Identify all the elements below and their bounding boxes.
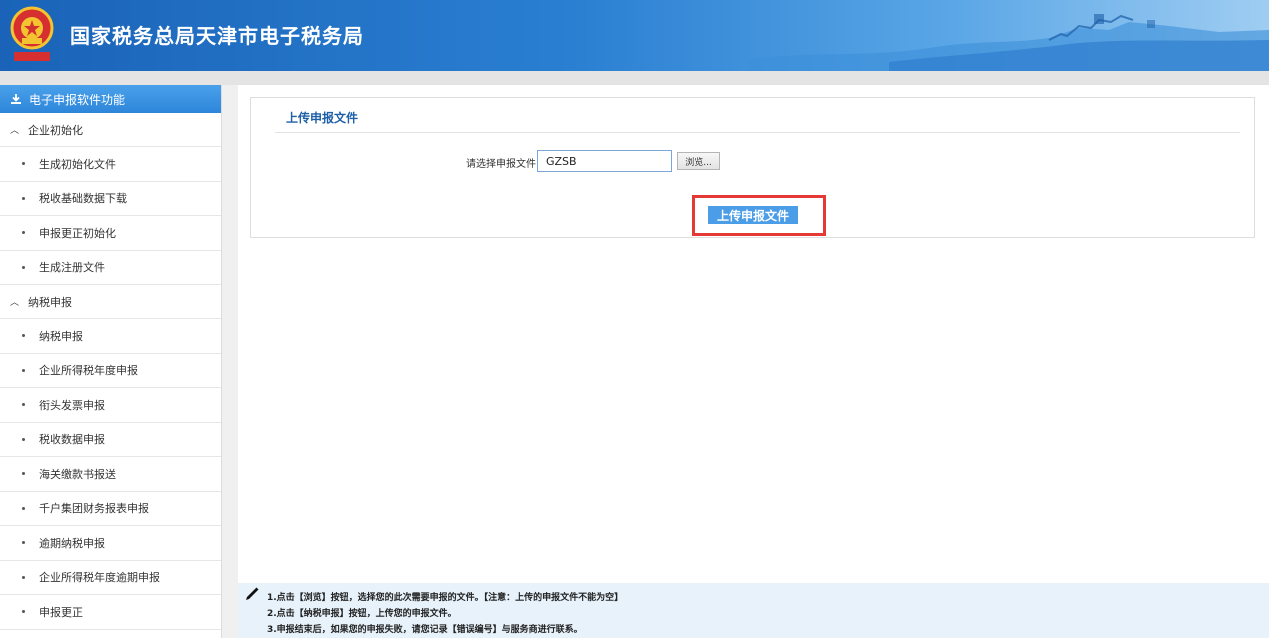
sidebar-item-tax-data-download[interactable]: 税收基础数据下载 xyxy=(0,182,221,216)
sidebar-item-correction-init[interactable]: 申报更正初始化 xyxy=(0,216,221,251)
sidebar-item-label: 海关缴款书报送 xyxy=(39,467,116,481)
bullet-icon xyxy=(22,162,25,166)
sidebar-item-label: 纳税申报 xyxy=(39,329,83,343)
sidebar-item-annual-cit-overdue[interactable]: 企业所得税年度逾期申报 xyxy=(0,561,221,595)
instruction-line: 2.点击【纳税申报】按钮，上传您的申报文件。 xyxy=(267,609,457,619)
sidebar-item-overdue-filing[interactable]: 逾期纳税申报 xyxy=(0,526,221,561)
sidebar-item-label: 千户集团财务报表申报 xyxy=(39,502,149,516)
page-title: 国家税务总局天津市电子税务局 xyxy=(70,24,364,48)
sidebar: 电子申报软件功能 ︿ 企业初始化 生成初始化文件 税收基础数据下载 申报更正初始… xyxy=(0,85,222,638)
sidebar-item-customs-payment[interactable]: 海关缴款书报送 xyxy=(0,457,221,492)
file-path-input[interactable] xyxy=(537,150,672,172)
sidebar-item-label: 逾期纳税申报 xyxy=(39,536,105,550)
main-content: 上传申报文件 请选择申报文件： 浏览... 上传申报文件 1.点击【浏览】按钮，… xyxy=(238,85,1269,638)
tax-emblem-icon xyxy=(10,6,54,61)
instruction-line: 1.点击【浏览】按钮，选择您的此次需要申报的文件。【注意：上传的申报文件不能为空… xyxy=(267,593,624,603)
sidebar-item-label: 生成注册文件 xyxy=(39,261,105,275)
bullet-icon xyxy=(22,196,25,200)
sidebar-item-label: 生成初始化文件 xyxy=(39,157,116,171)
great-wall-banner xyxy=(749,14,1269,71)
header-divider xyxy=(0,71,1269,85)
bullet-icon xyxy=(22,403,25,407)
sidebar-item-label: 衔头发票申报 xyxy=(39,398,105,412)
sidebar-item-generate-init-file[interactable]: 生成初始化文件 xyxy=(0,147,221,182)
app-header: 国家税务总局天津市电子税务局 xyxy=(0,0,1269,71)
sidebar-item-label: 企业所得税年度逾期申报 xyxy=(39,571,160,585)
sidebar-group-label: 纳税申报 xyxy=(28,295,73,309)
download-icon xyxy=(11,94,21,104)
instruction-line: 3.申报结束后，如果您的申报失败，请您记录【错误编号】与服务商进行联系。 xyxy=(267,625,583,635)
pencil-icon xyxy=(246,587,259,600)
sidebar-item-invoice-filing[interactable]: 衔头发票申报 xyxy=(0,388,221,423)
bullet-icon xyxy=(22,575,25,579)
sidebar-item-tax-data-filing[interactable]: 税收数据申报 xyxy=(0,423,221,457)
bullet-icon xyxy=(22,334,25,338)
sidebar-item-label: 申报更正初始化 xyxy=(39,226,116,240)
upload-file-button[interactable]: 上传申报文件 xyxy=(708,206,798,224)
sidebar-item-generate-register-file[interactable]: 生成注册文件 xyxy=(0,251,221,285)
sidebar-heading-label: 电子申报软件功能 xyxy=(29,92,126,107)
bullet-icon xyxy=(22,610,25,614)
bullet-icon xyxy=(22,231,25,235)
sidebar-item-tax-filing[interactable]: 纳税申报 xyxy=(0,319,221,354)
bullet-icon xyxy=(22,472,25,476)
bullet-icon xyxy=(22,541,25,545)
sidebar-group-tax-filing[interactable]: ︿ 纳税申报 xyxy=(0,285,221,319)
sidebar-item-annual-cit-filing[interactable]: 企业所得税年度申报 xyxy=(0,354,221,388)
sidebar-item-label: 申报更正 xyxy=(39,605,83,619)
bullet-icon xyxy=(22,437,25,441)
sidebar-item-filing-correction[interactable]: 申报更正 xyxy=(0,595,221,630)
sidebar-item-label: 税收数据申报 xyxy=(39,433,105,447)
sidebar-item-label: 企业所得税年度申报 xyxy=(39,364,138,378)
sidebar-item-group-financial-report[interactable]: 千户集团财务报表申报 xyxy=(0,492,221,526)
bullet-icon xyxy=(22,265,25,269)
file-select-label: 请选择申报文件： xyxy=(466,159,546,170)
chevron-up-icon: ︿ xyxy=(10,126,20,136)
card-title: 上传申报文件 xyxy=(286,111,359,125)
sidebar-heading: 电子申报软件功能 xyxy=(0,85,221,113)
chevron-up-icon: ︿ xyxy=(10,298,20,308)
browse-button[interactable]: 浏览... xyxy=(677,152,720,170)
sidebar-item-label: 税收基础数据下载 xyxy=(39,192,127,206)
bullet-icon xyxy=(22,506,25,510)
bullet-icon xyxy=(22,368,25,372)
instructions-panel: 1.点击【浏览】按钮，选择您的此次需要申报的文件。【注意：上传的申报文件不能为空… xyxy=(238,583,1269,638)
sidebar-group-enterprise-init[interactable]: ︿ 企业初始化 xyxy=(0,113,221,147)
sidebar-group-label: 企业初始化 xyxy=(28,123,84,137)
card-divider xyxy=(275,132,1240,133)
upload-card: 上传申报文件 请选择申报文件： 浏览... 上传申报文件 xyxy=(250,97,1255,238)
